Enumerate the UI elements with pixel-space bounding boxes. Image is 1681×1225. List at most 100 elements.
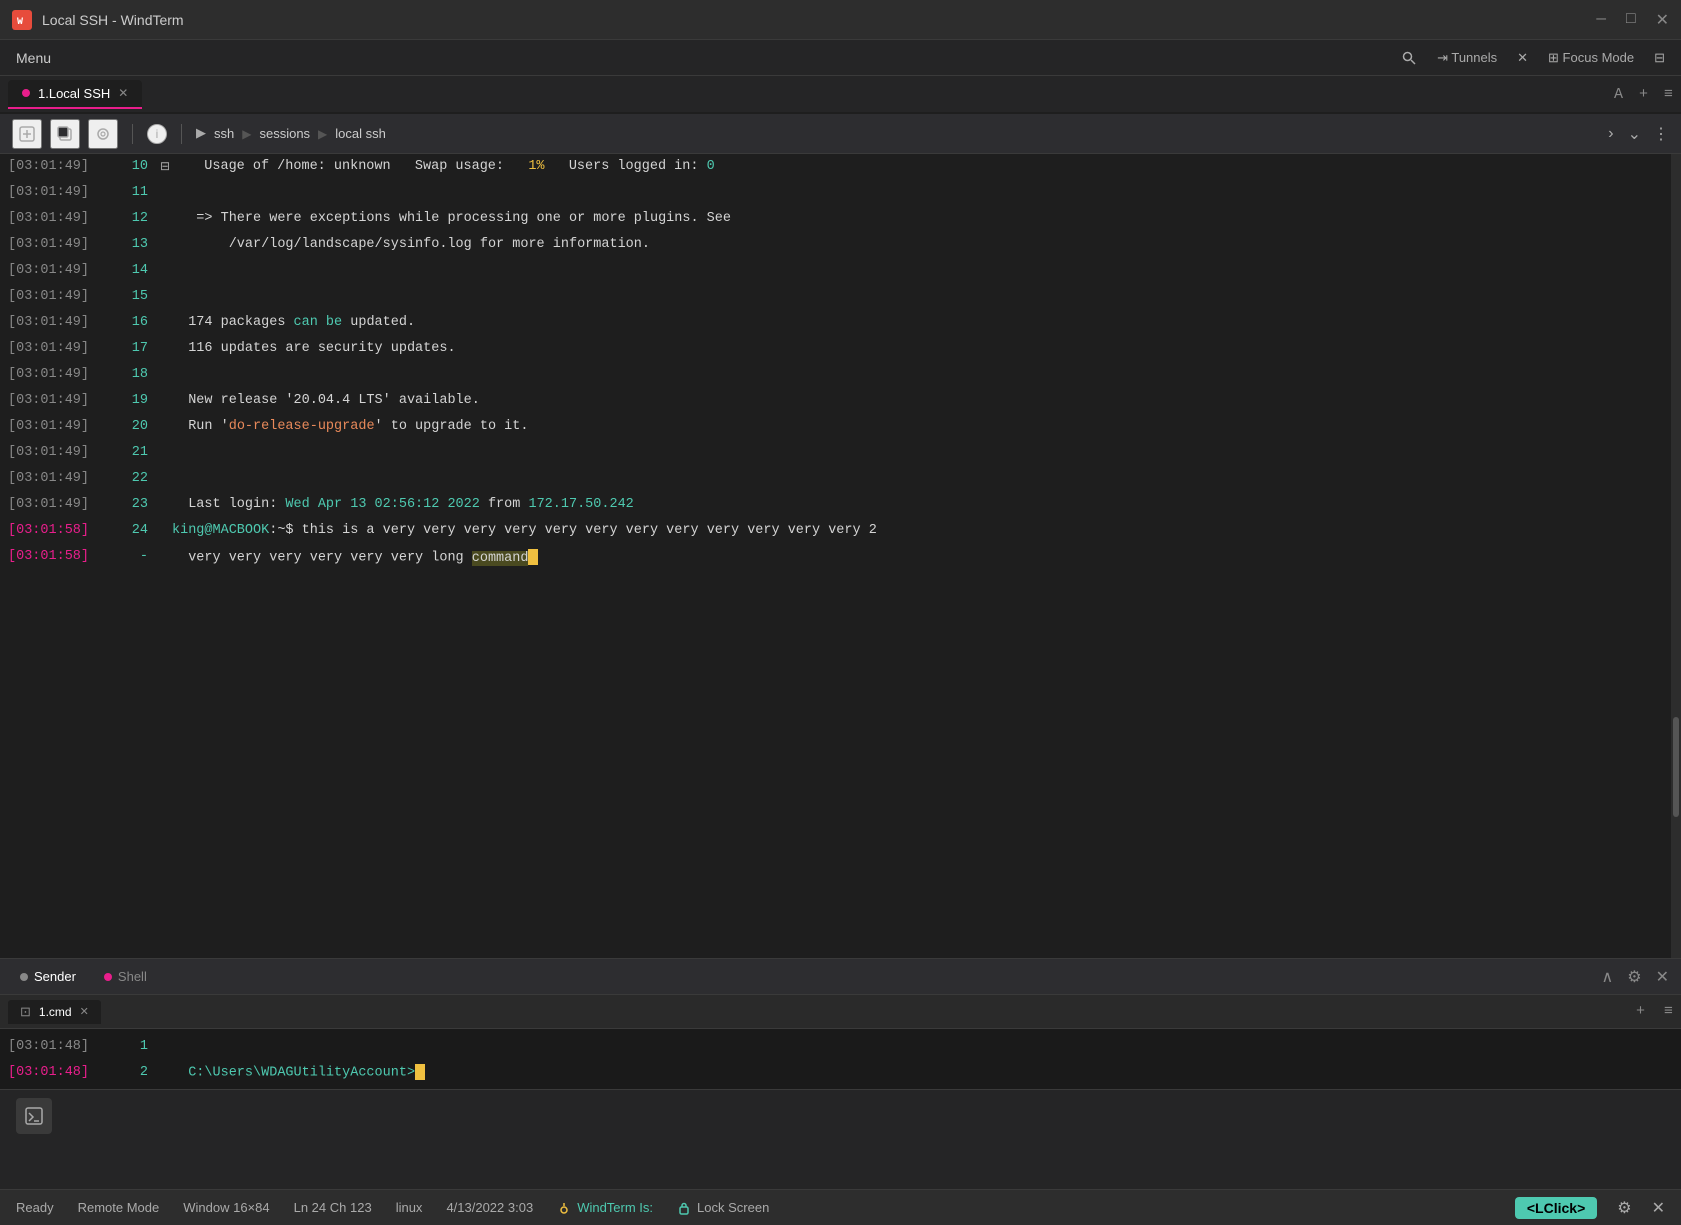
status-ready: Ready	[16, 1200, 54, 1215]
tab-close-button[interactable]: ✕	[118, 86, 128, 100]
line-num: 23	[110, 497, 160, 512]
file-tab-close[interactable]: ✕	[80, 1005, 89, 1018]
breadcrumb-local-ssh: local ssh	[335, 126, 386, 141]
settings-button[interactable]	[88, 119, 118, 149]
line-time: [03:01:49]	[0, 419, 110, 434]
lclick-badge[interactable]: <LClick>	[1515, 1197, 1597, 1219]
panel-tab-sender[interactable]: Sender	[12, 965, 84, 988]
line-num: 12	[110, 211, 160, 226]
panel-settings-button[interactable]: ⚙	[1627, 967, 1641, 987]
line-content: 116 updates are security updates.	[160, 341, 456, 356]
line-time: [03:01:48]	[0, 1039, 110, 1054]
close-tunnels-button[interactable]: ✕	[1517, 50, 1528, 66]
line-time: [03:01:49]	[0, 445, 110, 460]
scrollbar-thumb[interactable]	[1673, 717, 1679, 817]
panel-tab-label: Sender	[34, 969, 76, 984]
breadcrumb-sep2: ▶	[318, 127, 327, 141]
panel-collapse-button[interactable]: ∧	[1602, 967, 1614, 987]
line-time: [03:01:49]	[0, 263, 110, 278]
menu-right: ⇥ Tunnels ✕ ⊞ Focus Mode ⊟	[1401, 50, 1665, 66]
breadcrumb-arrow1: ▶	[196, 126, 206, 141]
breadcrumb-sep1: ▶	[242, 127, 251, 141]
toolbar-menu-button[interactable]: ⋮	[1653, 124, 1669, 144]
status-left: Ready Remote Mode Window 16×84 Ln 24 Ch …	[16, 1200, 769, 1215]
line-num: 21	[110, 445, 160, 460]
focus-mode-button[interactable]: ⊞ Focus Mode	[1548, 50, 1634, 66]
breadcrumb-ssh: ssh	[214, 126, 234, 141]
toolbar-expand-button[interactable]: ›	[1606, 125, 1616, 143]
svg-text:W: W	[17, 17, 23, 28]
line-num: 10	[110, 159, 160, 174]
line-num: 1	[110, 1039, 160, 1054]
line-content: king@MACBOOK:~$ this is a very very very…	[160, 523, 877, 538]
new-session-button[interactable]	[12, 119, 42, 149]
file-tab-label: 1.cmd	[39, 1005, 72, 1019]
panel-file-tab-cmd[interactable]: ⊡ 1.cmd ✕	[8, 1000, 101, 1024]
terminal-line: [03:01:49] 16 174 packages can be update…	[0, 314, 1681, 340]
status-right: <LClick> ⚙ ✕	[1515, 1197, 1665, 1219]
search-button[interactable]	[1401, 50, 1417, 66]
line-time: [03:01:49]	[0, 497, 110, 512]
tab-local-ssh[interactable]: 1.Local SSH ✕	[8, 80, 142, 109]
scrollbar[interactable]	[1671, 154, 1681, 958]
line-content: => There were exceptions while processin…	[160, 211, 731, 226]
terminal-line: [03:01:49] 14	[0, 262, 1681, 288]
tunnels-button[interactable]: ⇥ Tunnels	[1437, 50, 1497, 66]
minimize-button[interactable]: —	[1596, 10, 1606, 30]
tab-label: 1.Local SSH	[38, 86, 110, 101]
terminal-line: [03:01:49] 23 Last login: Wed Apr 13 02:…	[0, 496, 1681, 522]
line-num: 14	[110, 263, 160, 278]
menu-left: Menu	[16, 50, 51, 66]
line-content: very very very very very very long comma…	[160, 549, 538, 566]
tabs-right: A + ≡	[1614, 86, 1673, 103]
line-num: 16	[110, 315, 160, 330]
layout-button[interactable]: ⊟	[1654, 50, 1665, 66]
panel-close-button[interactable]: ✕	[1656, 967, 1669, 987]
panel-tab-bar: Sender Shell ∧ ⚙ ✕	[0, 959, 1681, 995]
line-time: [03:01:49]	[0, 211, 110, 226]
panel-content: [03:01:48] 1 [03:01:48] 2 C:\Users\WDAGU…	[0, 1029, 1681, 1089]
bottom-panel: Sender Shell ∧ ⚙ ✕ ⊡ 1.cmd ✕ +	[0, 958, 1681, 1089]
status-close-button[interactable]: ✕	[1652, 1198, 1665, 1218]
tab-font-button[interactable]: A	[1614, 86, 1623, 103]
panel-tab-menu-button[interactable]: ≡	[1664, 1003, 1673, 1020]
file-icon: ⊡	[20, 1004, 31, 1020]
status-settings-button[interactable]: ⚙	[1617, 1198, 1631, 1218]
terminal-icon-button[interactable]	[16, 1098, 52, 1134]
status-lock: Lock Screen	[677, 1200, 769, 1215]
terminal-area[interactable]: [03:01:49] 10 ⊟ Usage of /home: unknown …	[0, 154, 1681, 958]
maximize-button[interactable]: □	[1626, 10, 1636, 30]
duplicate-button[interactable]	[50, 119, 80, 149]
collapse-button[interactable]: ⊟	[160, 159, 176, 174]
close-button[interactable]: ✕	[1656, 10, 1669, 30]
tab-menu-button[interactable]: ≡	[1664, 86, 1673, 103]
terminal-line: [03:01:49] 10 ⊟ Usage of /home: unknown …	[0, 158, 1681, 184]
toolbar-right: › ⌄ ⋮	[1606, 124, 1669, 144]
panel-add-tab-button[interactable]: +	[1636, 1003, 1645, 1020]
panel-line: [03:01:48] 1	[0, 1033, 1681, 1059]
window-controls: — □ ✕	[1596, 10, 1669, 30]
breadcrumb: ssh ▶ sessions ▶ local ssh	[214, 126, 1598, 141]
panel-tab-shell[interactable]: Shell	[96, 965, 155, 988]
panel-file-tabs: ⊡ 1.cmd ✕ + ≡	[0, 995, 1681, 1029]
toolbar-more-button[interactable]: ⌄	[1628, 124, 1641, 144]
window-title: Local SSH - WindTerm	[42, 12, 184, 28]
line-time: [03:01:49]	[0, 289, 110, 304]
terminal-line: [03:01:49] 19 New release '20.04.4 LTS' …	[0, 392, 1681, 418]
tab-bar: 1.Local SSH ✕ A + ≡	[0, 76, 1681, 114]
tab-add-button[interactable]: +	[1639, 86, 1648, 103]
line-content: /var/log/landscape/sysinfo.log for more …	[160, 237, 650, 252]
line-content: New release '20.04.4 LTS' available.	[160, 393, 480, 408]
menu-item-menu[interactable]: Menu	[16, 50, 51, 66]
line-time: [03:01:49]	[0, 159, 110, 174]
tab-dot	[22, 89, 30, 97]
status-window: Window 16×84	[183, 1200, 269, 1215]
line-num: 22	[110, 471, 160, 486]
panel-tabs: Sender Shell	[12, 965, 155, 988]
terminal-line: [03:01:49] 21	[0, 444, 1681, 470]
line-num: 19	[110, 393, 160, 408]
menu-bar: Menu ⇥ Tunnels ✕ ⊞ Focus Mode ⊟	[0, 40, 1681, 76]
toolbar: i ▶ ssh ▶ sessions ▶ local ssh › ⌄ ⋮	[0, 114, 1681, 154]
terminal-line: [03:01:49] 22	[0, 470, 1681, 496]
info-button[interactable]: i	[147, 124, 167, 144]
